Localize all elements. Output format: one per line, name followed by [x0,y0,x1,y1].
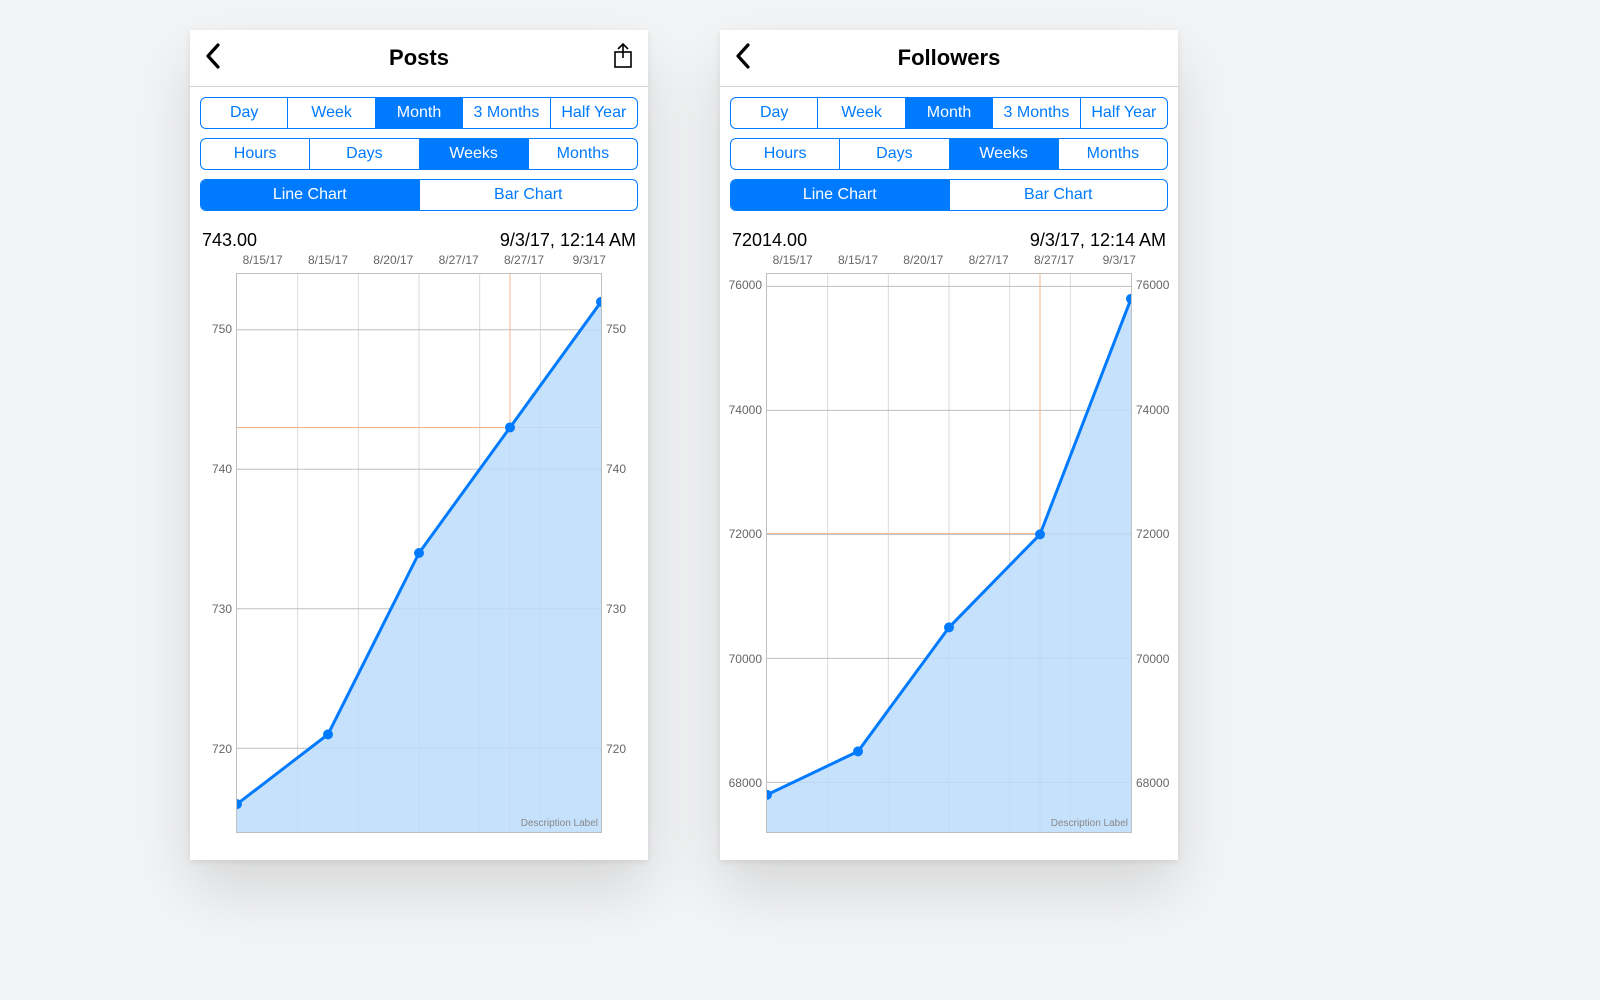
x-tick-label: 8/27/17 [1021,253,1086,267]
navbar: Followers [720,30,1178,87]
charttype-segment: Line ChartBar Chart [730,179,1168,211]
current-timestamp: 9/3/17, 12:14 AM [1030,230,1166,251]
back-button[interactable] [734,30,751,86]
back-button[interactable] [204,30,221,86]
y-tick-label: 740 [606,462,640,476]
granularity-segment-option[interactable]: Days [839,139,948,169]
readout-row: 743.00 9/3/17, 12:14 AM [190,226,648,253]
x-axis-ticks: 8/15/178/15/178/20/178/27/178/27/179/3/1… [190,253,648,267]
current-value: 743.00 [202,230,257,251]
charttype-segment-option[interactable]: Bar Chart [949,180,1168,210]
granularity-segment: HoursDaysWeeksMonths [200,138,638,170]
granularity-segment-option[interactable]: Days [309,139,418,169]
page-title: Posts [389,45,449,71]
granularity-segment-option[interactable]: Months [528,139,637,169]
x-tick-label: 8/27/17 [956,253,1021,267]
chart-svg [237,274,601,832]
chevron-left-icon [204,42,221,75]
controls: DayWeekMonth3 MonthsHalf YearHoursDaysWe… [190,87,648,226]
chart-svg [767,274,1131,832]
x-tick-label: 8/20/17 [361,253,426,267]
y-tick-label: 68000 [1136,776,1170,790]
plot-frame [236,273,602,833]
charttype-segment-option[interactable]: Line Chart [201,180,419,210]
chart-area[interactable]: 68000 68000 70000 70000 72000 72000 74000 74000… [728,273,1170,833]
chart-area[interactable]: 720 720 730 730 740 740 750 750 Description Labe… [198,273,640,833]
x-tick-label: 8/27/17 [426,253,491,267]
x-tick-label: 9/3/17 [557,253,622,267]
y-tick-label: 76000 [728,278,762,292]
granularity-segment-option[interactable]: Weeks [949,139,1058,169]
range-segment-option[interactable]: Week [287,98,374,128]
x-tick-label: 9/3/17 [1087,253,1152,267]
range-segment-option[interactable]: Month [905,98,992,128]
y-tick-label: 730 [606,602,640,616]
page-title: Followers [898,45,1001,71]
phone-followers: Followers DayWeekMonth3 MonthsHalf Year Ho… [720,30,1178,860]
range-segment-option[interactable]: Month [375,98,462,128]
range-segment-option[interactable]: 3 Months [462,98,549,128]
x-tick-label: 8/15/17 [230,253,295,267]
current-timestamp: 9/3/17, 12:14 AM [500,230,636,251]
range-segment-option[interactable]: Half Year [1080,98,1167,128]
y-tick-label: 740 [198,462,232,476]
x-axis-ticks: 8/15/178/15/178/20/178/27/178/27/179/3/1… [720,253,1178,267]
range-segment-option[interactable]: Week [817,98,904,128]
charttype-segment: Line ChartBar Chart [200,179,638,211]
granularity-segment: HoursDaysWeeksMonths [730,138,1168,170]
y-tick-label: 76000 [1136,278,1170,292]
y-tick-label: 74000 [728,403,762,417]
phone-posts: PostsDayWeekMonth3 MonthsHalf YearHoursD… [190,30,648,860]
controls: DayWeekMonth3 MonthsHalf YearHoursDaysWe… [720,87,1178,226]
range-segment: DayWeekMonth3 MonthsHalf Year [200,97,638,129]
y-tick-label: 68000 [728,776,762,790]
range-segment-option[interactable]: Day [201,98,287,128]
y-tick-label: 72000 [1136,527,1170,541]
range-segment: DayWeekMonth3 MonthsHalf Year [730,97,1168,129]
share-button[interactable] [612,30,634,86]
share-icon [612,42,634,75]
y-tick-label: 70000 [728,652,762,666]
granularity-segment-option[interactable]: Hours [201,139,309,169]
x-tick-label: 8/15/17 [295,253,360,267]
y-tick-label: 730 [198,602,232,616]
y-tick-label: 750 [606,322,640,336]
y-tick-label: 74000 [1136,403,1170,417]
readout-row: 72014.00 9/3/17, 12:14 AM [720,226,1178,253]
y-tick-label: 720 [198,742,232,756]
y-tick-label: 750 [198,322,232,336]
plot-frame [766,273,1132,833]
x-tick-label: 8/15/17 [825,253,890,267]
x-tick-label: 8/27/17 [491,253,556,267]
charttype-segment-option[interactable]: Bar Chart [419,180,638,210]
granularity-segment-option[interactable]: Hours [731,139,839,169]
description-label: Description Label [521,818,598,829]
chevron-left-icon [734,42,751,75]
range-segment-option[interactable]: Half Year [550,98,637,128]
charttype-segment-option[interactable]: Line Chart [731,180,949,210]
y-tick-label: 70000 [1136,652,1170,666]
y-tick-label: 720 [606,742,640,756]
x-tick-label: 8/20/17 [891,253,956,267]
granularity-segment-option[interactable]: Weeks [419,139,528,169]
range-segment-option[interactable]: 3 Months [992,98,1079,128]
range-segment-option[interactable]: Day [731,98,817,128]
x-tick-label: 8/15/17 [760,253,825,267]
current-value: 72014.00 [732,230,807,251]
y-tick-label: 72000 [728,527,762,541]
navbar: Posts [190,30,648,87]
description-label: Description Label [1051,818,1128,829]
granularity-segment-option[interactable]: Months [1058,139,1167,169]
